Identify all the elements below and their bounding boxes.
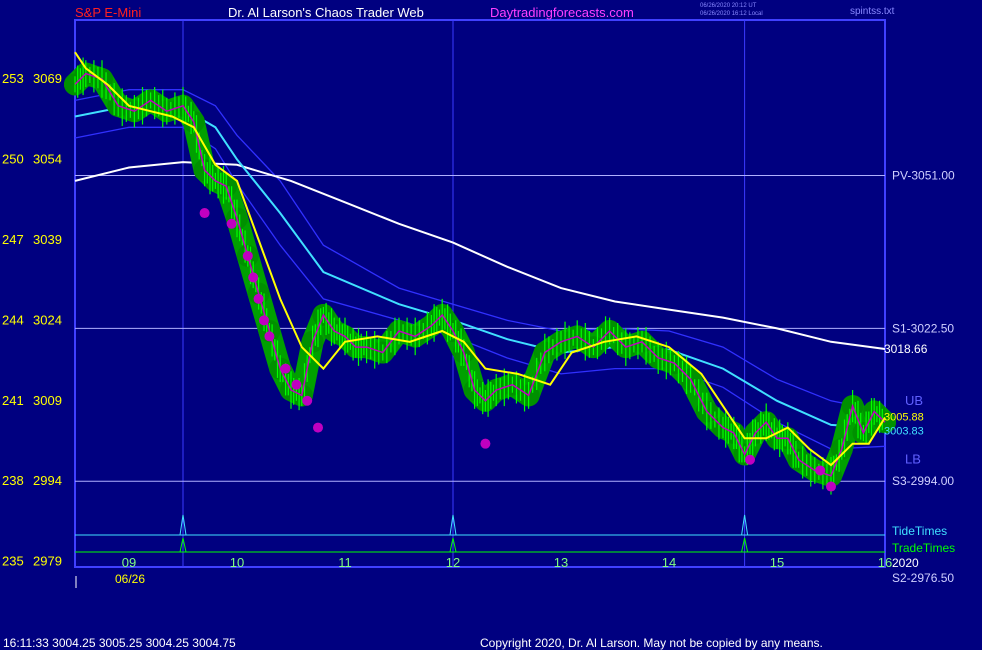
magenta-dot-6 <box>264 331 275 342</box>
plot-frame <box>74 19 886 568</box>
x-tick-label-2: 11 <box>338 555 352 570</box>
y-tick-left-6: 235 <box>2 554 24 569</box>
file-name: spintss.txt <box>850 6 895 17</box>
y-tick-left-1: 250 <box>2 151 24 166</box>
y-tick-right-2: 3039 <box>33 232 62 247</box>
end-label-yellow: 3005.88 <box>884 411 924 423</box>
magenta-dot-9 <box>302 395 313 406</box>
x-tick-label-6: 15 <box>770 555 784 570</box>
y-tick-right-4: 3009 <box>33 393 62 408</box>
magenta-dot-8 <box>291 379 302 390</box>
y-tick-left-2: 247 <box>2 232 24 247</box>
magenta-dot-7 <box>280 363 291 374</box>
band-label-lower: LB <box>905 452 921 467</box>
y-tick-left-5: 238 <box>2 473 24 488</box>
y-tick-left-0: 253 <box>2 71 24 86</box>
x-tick-label-0: 09 <box>122 555 136 570</box>
y-tick-right-5: 2994 <box>33 473 62 488</box>
y-tick-left-3: 244 <box>2 312 24 327</box>
stamp-local: 06/26/2020 16:12 Local <box>700 11 763 17</box>
instrument-name: S&P E-Mini <box>75 5 142 20</box>
magenta-dot-1 <box>226 218 237 229</box>
y-tick-left-4: 241 <box>2 393 24 408</box>
level-label-0: PV-3051.00 <box>892 169 955 183</box>
x-tick-label-5: 14 <box>662 555 676 570</box>
end-label-white: 3018.66 <box>884 342 928 356</box>
x-tick-label-1: 10 <box>230 555 244 570</box>
level-label-2: S3-2994.00 <box>892 474 954 488</box>
level-label-3: S2-2976.50 <box>892 571 954 585</box>
y-tick-right-1: 3054 <box>33 151 62 166</box>
x-tick-label-4: 13 <box>554 555 568 570</box>
tide-times-label: TideTimes <box>892 524 947 538</box>
y-tick-right-6: 2979 <box>33 554 62 569</box>
white-average-line <box>74 161 886 350</box>
magenta-dot-0 <box>199 208 210 219</box>
magenta-dot-11 <box>480 438 491 449</box>
y-tick-right-0: 3069 <box>33 71 62 86</box>
magenta-dot-5 <box>259 315 269 326</box>
date-label: 06/26 <box>115 572 145 586</box>
magenta-dot-2 <box>242 250 253 261</box>
band-label-upper: UB <box>905 393 923 408</box>
end-label-cyan: 3003.83 <box>884 425 924 437</box>
trade-times-label: TradeTimes <box>892 541 955 555</box>
stamp-ut: 06/26/2020 20:12 UT <box>700 3 757 9</box>
copyright: Copyright 2020, Dr. Al Larson. May not b… <box>480 636 823 650</box>
magenta-dot-10 <box>313 422 323 433</box>
site-link[interactable]: Daytradingforecasts.com <box>490 5 634 20</box>
magenta-dot-12 <box>745 454 755 465</box>
year-label: 2020 <box>892 556 919 570</box>
level-label-1: S1-3022.50 <box>892 321 954 335</box>
chaos-chart: PV-3051.00 S1-3022.50 S3-2994.00 S2-2976.50… <box>2 19 955 588</box>
y-tick-right-3: 3024 <box>33 312 62 327</box>
quote-line: 16:11:33 3004.25 3005.25 3004.25 3004.75 <box>3 636 236 650</box>
magenta-dot-4 <box>253 293 264 304</box>
x-tick-label-7: 16 <box>878 555 892 570</box>
magenta-dot-13 <box>815 465 826 476</box>
x-tick-label-3: 12 <box>446 555 460 570</box>
chart-title: Dr. Al Larson's Chaos Trader Web <box>228 5 424 20</box>
magenta-dot-3 <box>248 272 259 283</box>
magenta-dot-14 <box>826 481 836 492</box>
